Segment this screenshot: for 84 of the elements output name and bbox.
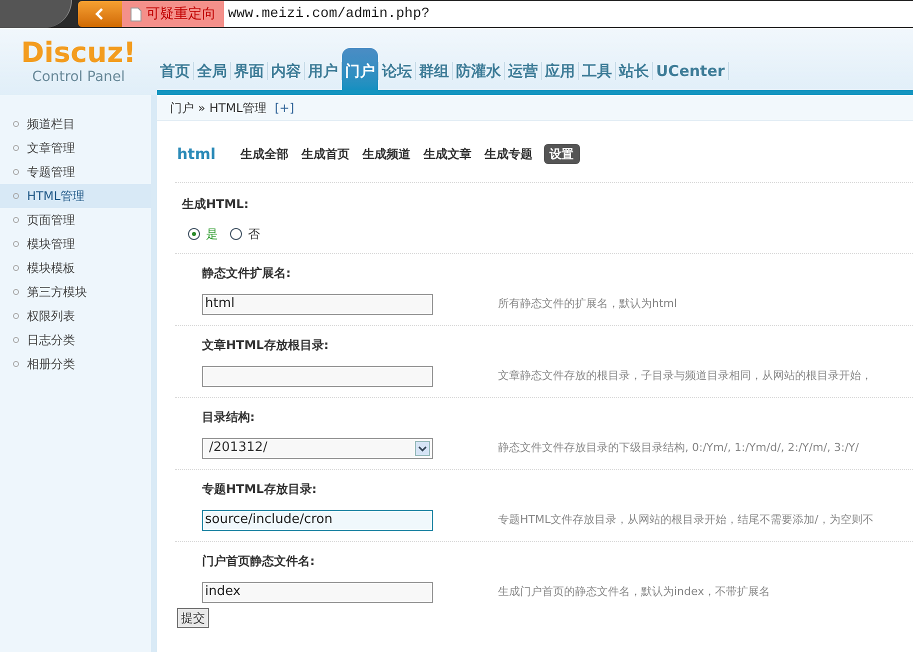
field-description: 生成门户首页的静态文件名，默认为index，不带扩展名 <box>498 584 770 600</box>
sidebar-item[interactable]: 模块模板 <box>0 256 151 280</box>
sidebar-label: 相册分类 <box>27 356 75 373</box>
nav-tab[interactable]: 门户 <box>342 48 378 90</box>
nav-tab[interactable]: 运营 <box>505 60 541 90</box>
submit-button[interactable]: 提交 <box>177 608 209 628</box>
browser-logo-icon <box>0 0 72 28</box>
field-description: 文章静态文件存放的根目录，子目录与频道目录相同，从网站的根目录开始， <box>498 368 872 384</box>
field-description: 专题HTML文件存放目录，从网站的根目录开始，结尾不需要添加/，为空则不 <box>498 512 874 528</box>
breadcrumb-separator: » <box>198 100 206 116</box>
bullet-icon <box>13 217 19 223</box>
nav-tab[interactable]: 论坛 <box>379 60 415 90</box>
sidebar-label: 专题管理 <box>27 164 75 181</box>
text-input-field[interactable]: source/include/cron <box>202 510 433 530</box>
address-field[interactable]: www.meizi.com/admin.php? <box>224 1 913 27</box>
bullet-icon <box>13 145 19 151</box>
text-input-field[interactable]: html <box>202 294 433 314</box>
sidebar-label: 模块模板 <box>27 260 75 277</box>
field-label: 静态文件扩展名: <box>202 264 292 282</box>
nav-tab[interactable]: 首页 <box>157 60 193 90</box>
nav-tab[interactable]: 群组 <box>416 60 452 90</box>
radio-option[interactable]: 是 <box>188 224 218 242</box>
sidebar-item[interactable]: 日志分类 <box>0 328 151 352</box>
radio-option[interactable]: 否 <box>230 224 260 242</box>
nav-tab[interactable]: 界面 <box>231 60 267 90</box>
nav-tab[interactable]: 用户 <box>305 60 341 90</box>
bullet-icon <box>13 169 19 175</box>
bullet-icon <box>13 193 19 199</box>
nav-tab[interactable]: 防灌水 <box>453 60 504 90</box>
sidebar-item[interactable]: 第三方模块 <box>0 280 151 304</box>
sidebar-item[interactable]: 页面管理 <box>0 208 151 232</box>
sidebar-label: 权限列表 <box>27 308 75 325</box>
sidebar-label: 频道栏目 <box>27 116 75 133</box>
sidebar-label: 页面管理 <box>27 212 75 229</box>
sidebar-item[interactable]: 文章管理 <box>0 136 151 160</box>
sidebar-label: 日志分类 <box>27 332 75 349</box>
field-label: 门户首页静态文件名: <box>202 552 316 570</box>
field-label: 专题HTML存放目录: <box>202 480 318 498</box>
bullet-icon <box>13 361 19 367</box>
page-icon <box>130 6 142 22</box>
back-button[interactable] <box>78 1 122 27</box>
bullet-icon <box>13 337 19 343</box>
text-input-field[interactable]: index <box>202 582 433 602</box>
bullet-icon <box>13 289 19 295</box>
bullet-icon <box>13 241 19 247</box>
nav-tab[interactable]: 内容 <box>268 60 304 90</box>
tab[interactable]: 生成文章 <box>422 144 474 164</box>
security-label: 可疑重定向 <box>146 4 216 24</box>
field-label: 文章HTML存放根目录: <box>202 336 330 354</box>
nav-tab[interactable]: UCenter <box>653 60 728 90</box>
nav-tab[interactable]: 应用 <box>542 60 578 90</box>
bullet-icon <box>13 121 19 127</box>
setting-label: 生成HTML: <box>182 196 250 212</box>
bullet-icon <box>13 265 19 271</box>
sidebar-label: 模块管理 <box>27 236 75 253</box>
brand-logo: Discuz! <box>20 39 136 67</box>
nav-tab[interactable]: 工具 <box>579 60 615 90</box>
field-description: 静态文件文件存放目录的下级目录结构, 0:/Ym/, 1:/Ym/d/, 2:/Y/m/, 3:/Y/ <box>498 440 859 456</box>
select-field[interactable]: /201312/ <box>202 438 433 458</box>
text-input-field[interactable] <box>202 366 433 386</box>
sidebar-label: HTML管理 <box>27 188 84 205</box>
sidebar-item[interactable]: 频道栏目 <box>0 112 151 136</box>
sidebar-label: 第三方模块 <box>27 284 87 301</box>
field-label: 目录结构: <box>202 408 256 426</box>
section-title: html <box>177 144 216 165</box>
logo-subtitle: Control Panel <box>32 68 125 87</box>
add-link[interactable]: [+] <box>274 98 294 116</box>
bullet-icon <box>13 313 19 319</box>
tab[interactable]: 生成频道 <box>360 144 413 164</box>
sidebar-item[interactable]: 模块管理 <box>0 232 151 256</box>
tab[interactable]: 生成专题 <box>482 144 535 164</box>
tab[interactable]: 生成全部 <box>238 144 291 164</box>
tab[interactable]: 生成首页 <box>300 144 352 164</box>
sidebar-item[interactable]: 相册分类 <box>0 352 151 376</box>
sidebar-item[interactable]: 专题管理 <box>0 160 151 184</box>
sidebar-item[interactable]: 权限列表 <box>0 304 151 328</box>
nav-tab[interactable]: 站长 <box>616 60 652 90</box>
field-description: 所有静态文件的扩展名，默认为html <box>498 296 678 312</box>
sidebar-label: 文章管理 <box>27 140 75 157</box>
tab[interactable]: 设置 <box>544 144 580 164</box>
breadcrumb-current: HTML管理 <box>209 100 267 116</box>
breadcrumb-link[interactable]: 门户 <box>170 98 194 116</box>
sidebar-item[interactable]: HTML管理 <box>0 184 151 208</box>
nav-tab[interactable]: 全局 <box>194 60 230 90</box>
